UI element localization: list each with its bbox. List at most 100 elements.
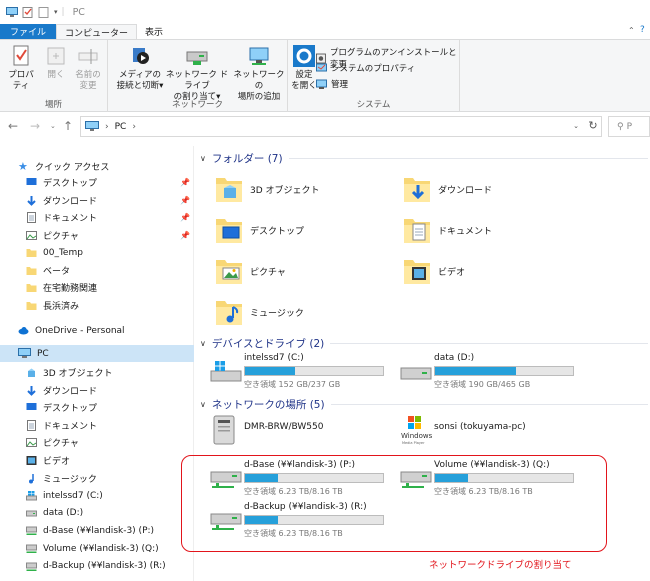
breadcrumb-chevron-icon[interactable]: › — [105, 122, 109, 132]
group-label-location: 場所 — [44, 100, 62, 110]
network-drive-icon — [26, 526, 37, 536]
window-title: PC — [72, 6, 85, 18]
system-properties-button[interactable]: システムのプロパティ — [316, 62, 415, 74]
nav-quick-item[interactable]: 在宅勤務関連 — [0, 279, 194, 296]
back-arrow-icon[interactable]: ← — [8, 119, 18, 133]
network-drive-icon — [26, 562, 37, 571]
new-folder-quick-icon[interactable] — [38, 6, 50, 18]
search-input[interactable]: ⚲ P — [608, 116, 650, 137]
open-button[interactable]: 開く — [42, 44, 70, 81]
nav-pc-item[interactable]: ドキュメント — [0, 417, 194, 434]
3d-objects-icon — [28, 368, 35, 377]
ribbon: プロパティ 開く 名前の 変更 場所 メディアの 接続と切断▾ ネットワーク ドライ… — [0, 25, 650, 112]
refresh-icon[interactable]: ↻ — [585, 119, 601, 132]
folder-downloads[interactable]: ダウンロード — [402, 168, 592, 210]
nav-quick-access[interactable]: ★ クイック アクセス — [0, 158, 194, 175]
desktop-icon — [26, 403, 37, 411]
tab-computer[interactable]: コンピューター — [56, 24, 138, 39]
folder-label: ダウンロード — [438, 185, 493, 196]
nav-pc-item[interactable]: Volume (¥¥landisk-3) (Q:) — [0, 540, 194, 557]
media-icon — [133, 48, 149, 64]
group-network: メディアの 接続と切断▾ ネットワーク ドライブ の割り当て▾ ネットワークの 場所の… — [108, 40, 288, 112]
collapse-chevron-icon[interactable]: ∨ — [200, 154, 206, 163]
media-connect-button[interactable]: メディアの 接続と切断▾ — [114, 44, 166, 92]
nav-quick-item[interactable]: デスクトップ 📌 — [0, 174, 194, 191]
manage-button[interactable]: 管理 — [316, 78, 348, 90]
collapse-ribbon-icon[interactable]: ⌃ — [628, 26, 635, 35]
document-icon — [27, 212, 36, 223]
nav-quick-item[interactable]: 長浜済み — [0, 297, 194, 314]
collapse-chevron-icon[interactable]: ∨ — [200, 339, 206, 348]
properties-quick-icon[interactable] — [22, 6, 34, 18]
folder-pictures[interactable]: ピクチャ — [214, 250, 404, 292]
add-location-icon — [249, 47, 269, 65]
nav-quick-item[interactable]: ベータ — [0, 262, 194, 279]
nav-pc-item[interactable]: ビデオ — [0, 452, 194, 469]
recent-dropdown-icon[interactable]: ⌄ — [50, 122, 56, 130]
pin-icon: 📌 — [180, 213, 190, 222]
nav-quick-item[interactable]: 00_Temp — [0, 244, 194, 261]
folder-desktop[interactable]: デスクトップ — [214, 209, 404, 251]
forward-arrow-icon[interactable]: → — [30, 119, 40, 133]
nav-pc-item[interactable]: d-Base (¥¥landisk-3) (P:) — [0, 522, 194, 539]
tab-view[interactable]: 表示 — [137, 24, 171, 39]
up-arrow-icon[interactable]: ↑ — [63, 119, 73, 133]
map-network-drive-button[interactable]: ネットワーク ドライブ の割り当て▾ — [162, 44, 232, 103]
hard-drive-icon — [400, 367, 432, 380]
network-location-dmr[interactable]: DMR-BRW/BW550 — [210, 414, 410, 454]
add-network-location-button[interactable]: ネットワークの 場所の追加 — [232, 44, 286, 103]
tab-file[interactable]: ファイル — [0, 24, 57, 39]
pc-icon — [85, 121, 99, 131]
search-icon: ⚲ — [617, 121, 624, 132]
folder-label: デスクトップ — [250, 226, 305, 237]
nav-pc-item[interactable]: ピクチャ — [0, 434, 194, 451]
nav-quick-item[interactable]: ドキュメント 📌 — [0, 209, 194, 226]
folder-label: ドキュメント — [438, 226, 493, 237]
address-dropdown-icon[interactable]: ⌄ — [568, 122, 584, 130]
group-label-system: システム — [356, 100, 391, 110]
quick-access-dropdown-icon[interactable]: ▾ — [54, 8, 58, 16]
nav-pc-item[interactable]: デスクトップ — [0, 399, 194, 416]
nav-pc-item[interactable]: ダウンロード — [0, 382, 194, 399]
nav-pc-item[interactable]: d-Backup (¥¥landisk-3) (R:) — [0, 558, 194, 575]
nav-pc-item[interactable]: intelssd7 (C:) — [0, 487, 194, 504]
section-folders[interactable]: ∨ フォルダー (7) — [200, 150, 648, 166]
recorder-device-icon — [213, 415, 235, 445]
properties-button[interactable]: プロパティ — [4, 44, 38, 92]
download-icon — [27, 385, 36, 396]
folder-videos[interactable]: ビデオ — [402, 250, 592, 292]
nav-onedrive[interactable]: OneDrive - Personal — [0, 322, 194, 339]
section-devices[interactable]: ∨ デバイスとドライブ (2) — [200, 335, 648, 351]
folder-3d-objects[interactable]: 3D オブジェクト — [214, 168, 404, 210]
breadcrumb-pc[interactable]: PC — [115, 122, 127, 132]
pictures-folder-icon — [214, 255, 244, 287]
pin-icon: 📌 — [180, 195, 190, 205]
system-properties-icon — [316, 63, 327, 71]
rename-button[interactable]: 名前の 変更 — [72, 44, 104, 92]
folder-documents[interactable]: ドキュメント — [402, 209, 592, 251]
nav-pc[interactable]: PC — [0, 345, 194, 362]
network-location-sonsi[interactable]: Windows Media Player sonsi (tokuyama-pc) — [400, 414, 600, 454]
nav-quick-item[interactable]: ピクチャ 📌 — [0, 227, 194, 244]
pictures-icon — [26, 230, 37, 240]
nav-pc-item[interactable]: ミュージック — [0, 470, 194, 487]
section-network[interactable]: ∨ ネットワークの場所 (5) — [200, 396, 648, 412]
nav-pc-item[interactable]: data (D:) — [0, 505, 194, 522]
pin-icon: 📌 — [180, 230, 190, 240]
collapse-chevron-icon[interactable]: ∨ — [200, 400, 206, 409]
drive-d[interactable]: data (D:) 空き領域 190 GB/465 GB — [400, 353, 600, 393]
windows-drive-icon — [26, 491, 37, 501]
help-icon[interactable]: ? — [640, 25, 645, 35]
music-folder-icon — [214, 296, 244, 328]
nav-pc-item[interactable]: 3D オブジェクト — [0, 364, 194, 381]
breadcrumb-chevron-icon[interactable]: › — [132, 122, 136, 132]
group-system: 設定 を開く プログラムのアンインストールと変更 システムのプロパティ 管理 シス… — [288, 40, 460, 112]
music-icon — [29, 473, 34, 484]
manage-icon — [316, 79, 327, 89]
address-bar[interactable]: › PC › — [80, 116, 602, 137]
nav-quick-item[interactable]: ダウンロード 📌 — [0, 192, 194, 209]
folder-music[interactable]: ミュージック — [214, 291, 404, 333]
open-settings-button[interactable]: 設定 を開く — [290, 44, 318, 92]
rename-icon — [78, 49, 98, 64]
drive-c[interactable]: intelssd7 (C:) 空き領域 152 GB/237 GB — [210, 353, 410, 393]
